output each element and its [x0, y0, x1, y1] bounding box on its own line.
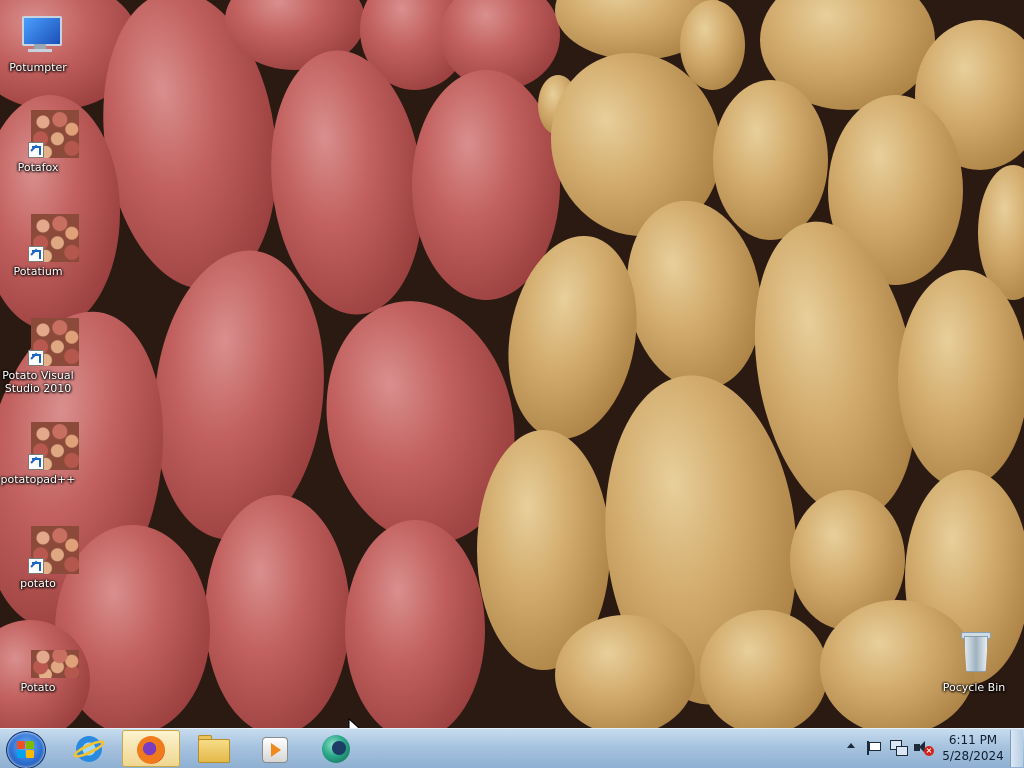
potato-shortcut-icon: [14, 110, 79, 158]
taskbar: × 6:11 PM 5/28/2024: [0, 728, 1024, 768]
clock-time: 6:11 PM: [948, 733, 998, 747]
taskbar-file-explorer[interactable]: [184, 730, 242, 767]
firefox-icon: [137, 736, 165, 764]
desktop-icon-label: Potatium: [13, 265, 63, 278]
desktop-icon-label: potato: [20, 577, 56, 590]
computer-icon: [14, 10, 62, 58]
globe-app-icon: [322, 735, 350, 763]
show-hidden-icons-arrow-icon[interactable]: [847, 743, 855, 748]
taskbar-internet-explorer[interactable]: [60, 730, 118, 767]
desktop-icon-pocycle-bin[interactable]: Pocycle Bin: [933, 630, 1015, 694]
desktop-icon-potato-image[interactable]: Potato: [0, 630, 79, 694]
desktop-icon-potumpter[interactable]: Potumpter: [0, 10, 79, 74]
recycle-bin-icon: [950, 630, 998, 678]
desktop-icon-label: Pocycle Bin: [942, 681, 1006, 694]
desktop-wallpaper: [0, 0, 1024, 728]
desktop-icon-potato-visual-studio[interactable]: Potato Visual Studio 2010: [0, 318, 79, 395]
desktop-icon-label: Potato Visual Studio 2010: [2, 369, 74, 395]
file-explorer-folder-icon: [198, 739, 230, 763]
windows-start-orb-icon[interactable]: [6, 731, 46, 768]
desktop-icon-potafox[interactable]: Potafox: [0, 110, 79, 174]
potato-shortcut-icon: [14, 526, 79, 574]
taskbar-globe-app[interactable]: [308, 730, 366, 767]
potato-image-icon: [14, 630, 79, 678]
taskbar-firefox[interactable]: [122, 730, 180, 767]
volume-muted-icon[interactable]: ×: [914, 740, 934, 756]
desktop-icon-potatium[interactable]: Potatium: [0, 214, 79, 278]
taskbar-clock[interactable]: 6:11 PM 5/28/2024: [940, 732, 1006, 764]
show-desktop-button[interactable]: [1010, 730, 1023, 767]
clock-date: 5/28/2024: [942, 749, 1004, 763]
potato-shortcut-icon: [14, 318, 79, 366]
desktop-icon-label: potatopad++: [0, 473, 76, 486]
internet-explorer-icon: [71, 736, 107, 762]
network-icon[interactable]: [890, 740, 908, 756]
potato-shortcut-icon: [14, 422, 79, 470]
media-player-icon: [262, 737, 288, 763]
desktop-icon-label: Potafox: [17, 161, 59, 174]
potato-shortcut-icon: [14, 214, 79, 262]
action-center-flag-icon[interactable]: [866, 741, 881, 755]
desktop-icon-potatopad[interactable]: potatopad++: [0, 422, 79, 486]
desktop-icon-label: Potato: [20, 681, 56, 694]
desktop-icon-potato-shortcut[interactable]: potato: [0, 526, 79, 590]
desktop-icon-label: Potumpter: [9, 61, 67, 74]
taskbar-media-player[interactable]: [246, 730, 304, 767]
